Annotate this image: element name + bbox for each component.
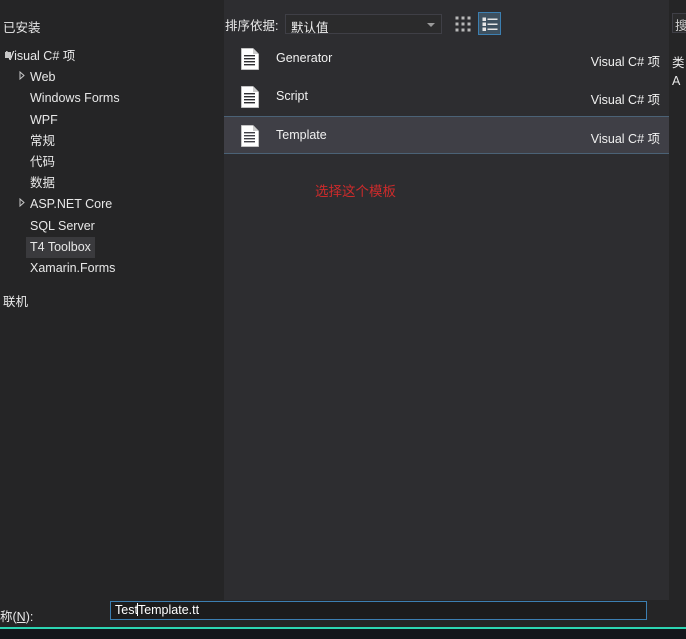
details-line-2: A [672, 74, 681, 88]
search-input[interactable]: 搜索 [672, 13, 686, 33]
category-tree: Visual C# 项 Web Windows Forms WPF 常规 代码 [0, 46, 224, 279]
name-field-bar: 称(N): TestTemplate.tt [0, 600, 686, 627]
document-icon [238, 47, 262, 71]
add-new-item-dialog: 已安装 Visual C# 项 Web Windows Forms WPF 常规… [0, 0, 686, 639]
expanded-marker-icon[interactable] [2, 46, 14, 67]
tree-item-label: 数据 [30, 176, 56, 191]
grid-view-button[interactable] [451, 12, 474, 35]
chevron-right-icon[interactable] [16, 194, 28, 215]
search-placeholder: 搜索 [675, 15, 686, 32]
tree-item-xamarin-forms[interactable]: Xamarin.Forms [0, 258, 224, 279]
name-label-prefix: 称( [0, 610, 17, 624]
tree-item-code[interactable]: 代码 [0, 152, 224, 173]
annotation-text: 选择这个模板 [315, 184, 396, 199]
list-item-title: Template [276, 128, 327, 142]
sort-by-value: 默认值 [291, 21, 329, 35]
list-item[interactable]: Script Visual C# 项 [224, 78, 669, 116]
list-item-kind: Visual C# 项 [590, 93, 660, 107]
list-item-kind: Visual C# 项 [590, 132, 660, 146]
name-value-after-caret: Template.tt [137, 603, 200, 617]
below-dialog-strip [0, 629, 686, 639]
chevron-right-icon[interactable] [16, 67, 28, 88]
document-icon [238, 124, 262, 148]
installed-section-header: 已安装 [3, 21, 41, 35]
list-item-kind: Visual C# 项 [590, 55, 660, 69]
details-panel: 搜索 类 A [669, 0, 686, 600]
template-list-panel: 排序依据: 默认值 Generator Visual C# 项 Script V… [224, 0, 669, 600]
list-item-title: Script [276, 89, 308, 103]
tree-item-data[interactable]: 数据 [0, 173, 224, 194]
list-view-button[interactable] [478, 12, 501, 35]
tree-item-windows-forms[interactable]: Windows Forms [0, 88, 224, 109]
name-label: 称(N): [0, 606, 33, 625]
tree-item-wpf[interactable]: WPF [0, 110, 224, 131]
name-label-suffix: ): [25, 610, 34, 624]
list-item[interactable]: Generator Visual C# 项 [224, 40, 669, 78]
tree-item-label: SQL Server [30, 218, 95, 233]
list-toolbar: 排序依据: 默认值 [224, 0, 669, 40]
document-icon [238, 85, 262, 109]
tree-item-label: WPF [30, 112, 58, 127]
tree-item-t4-toolbox[interactable]: T4 Toolbox [0, 236, 224, 258]
name-input-value: TestTemplate.tt [115, 603, 199, 617]
template-items: Generator Visual C# 项 Script Visual C# 项… [224, 40, 669, 154]
tree-item-label: 代码 [30, 154, 56, 169]
tree-item-aspnet-core[interactable]: ASP.NET Core [0, 194, 224, 215]
sort-by-dropdown[interactable]: 默认值 [285, 14, 442, 35]
name-input[interactable]: TestTemplate.tt [110, 601, 647, 620]
name-value-before-caret: Test [115, 603, 138, 617]
name-label-accesskey: N [16, 610, 26, 624]
tree-item-label: Xamarin.Forms [30, 260, 116, 275]
tree-item-general[interactable]: 常规 [0, 131, 224, 152]
sort-by-label: 排序依据: [225, 19, 279, 33]
tree-item-label: Windows Forms [30, 91, 120, 106]
installed-categories-panel: 已安装 Visual C# 项 Web Windows Forms WPF 常规… [0, 0, 224, 600]
chevron-down-icon [427, 23, 435, 27]
tree-item-label: ASP.NET Core [30, 197, 113, 212]
tree-item-label: 常规 [30, 133, 56, 148]
tree-item-label: T4 Toolbox [26, 236, 95, 258]
tree-item-visual-csharp[interactable]: Visual C# 项 [0, 46, 224, 67]
online-section-header[interactable]: 联机 [0, 291, 28, 310]
details-line-1: 类 [672, 56, 685, 70]
list-item-title: Generator [276, 51, 333, 65]
tree-item-label: Web [30, 70, 56, 85]
tree-item-web[interactable]: Web [0, 67, 224, 88]
list-item-selected[interactable]: Template Visual C# 项 [224, 116, 669, 154]
tree-item-sql-server[interactable]: SQL Server [0, 216, 224, 237]
